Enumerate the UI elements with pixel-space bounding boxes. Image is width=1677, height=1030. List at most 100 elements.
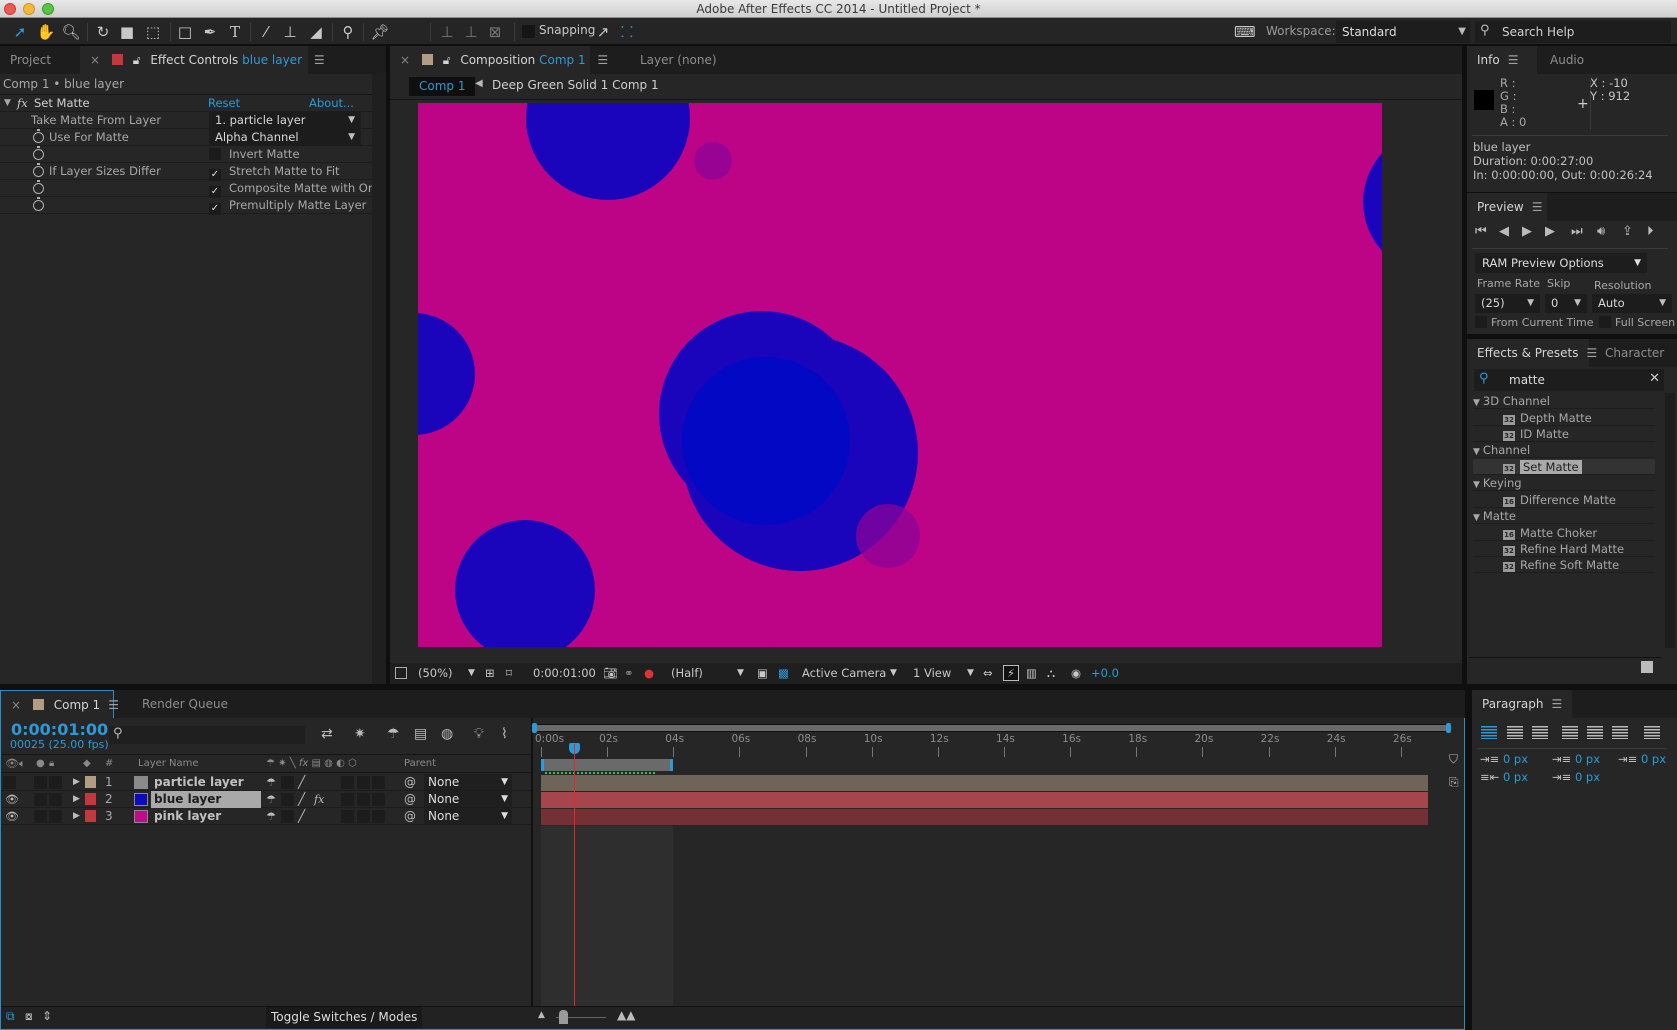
audio-switch-icon[interactable]: 🔈︎ <box>19 755 26 773</box>
adjustment-switch[interactable] <box>357 776 370 789</box>
previous-frame-icon[interactable]: ◀︎ <box>1499 224 1509 239</box>
effect-item[interactable]: 16 Difference Matte <box>1473 492 1655 508</box>
justify-last-right-icon[interactable] <box>1612 726 1628 739</box>
3d-switch[interactable] <box>372 776 385 789</box>
parent-dropdown[interactable]: None ▼ <box>424 791 512 807</box>
selection-tool-icon[interactable]: ➚ <box>10 22 30 42</box>
tab-layer[interactable]: Layer (none) <box>630 46 730 74</box>
lock-toggle[interactable] <box>49 793 62 806</box>
graph-editor-icon[interactable]: ⌇ <box>501 726 508 742</box>
navigator-end-handle[interactable] <box>1446 723 1451 733</box>
collapse-triangle-icon[interactable]: ▼ <box>1473 513 1480 523</box>
parent-column-header[interactable]: Parent <box>404 755 436 773</box>
layer-switches-toggle-icon[interactable]: ⧉ <box>6 1009 15 1024</box>
tab-comp-1[interactable]: × Comp 1 ☰ <box>0 690 119 718</box>
justify-last-left-icon[interactable] <box>1562 726 1578 739</box>
ram-preview-options-dropdown[interactable]: RAM Preview Options ▼ <box>1475 253 1647 273</box>
first-frame-icon[interactable]: ⏮ <box>1475 224 1487 239</box>
3d-switch[interactable] <box>372 793 385 806</box>
current-timecode[interactable]: 0:00:01:00 <box>11 720 108 739</box>
always-preview-icon[interactable] <box>395 667 407 679</box>
mask-visibility-icon[interactable]: ⌑ <box>506 663 512 684</box>
space-after-field[interactable]: ⇥≡ 0 px <box>1552 770 1600 784</box>
time-ruler[interactable]: 0:00s 02s 04s 06s 08s 10s 12s 14s 16s 18s 20s 22s 24… <box>535 733 1448 774</box>
chevron-down-icon[interactable]: ▼ <box>468 663 475 684</box>
panel-menu-icon[interactable]: ☰ <box>597 53 608 67</box>
pickwhip-icon[interactable]: @ <box>404 791 416 808</box>
current-time-indicator-line[interactable] <box>574 744 576 1012</box>
camera-dropdown[interactable]: Active Camera <box>802 663 886 684</box>
layer-row[interactable]: 👁︎ ▶ 2 blue layer ☂ ╱ fx @ None ▼ <box>1 791 531 808</box>
quality-switch-icon[interactable]: ╱ <box>298 808 305 825</box>
fast-previews-icon[interactable]: ⚡ <box>1003 665 1019 681</box>
chevron-down-icon[interactable]: ▼ <box>967 663 974 684</box>
brainstorm-icon[interactable]: 💡︎ <box>474 726 484 742</box>
panel-scrollbar[interactable] <box>372 74 386 684</box>
align-center-icon[interactable] <box>1507 726 1523 739</box>
time-navigator[interactable] <box>532 723 1451 733</box>
view-axis-icon[interactable]: ⊠ <box>485 22 505 42</box>
frame-rate-dropdown[interactable]: (25) ▼ <box>1475 294 1540 313</box>
transparency-grid-icon[interactable]: ▩ <box>778 663 789 684</box>
about-link[interactable]: About... <box>309 95 354 112</box>
world-axis-icon[interactable]: ⊥ <box>461 22 481 42</box>
align-right-icon[interactable] <box>1532 726 1548 739</box>
tab-effect-controls[interactable]: × 🔓︎ Effect Controls blue layer ☰ <box>80 46 325 74</box>
pan-behind-tool-icon[interactable]: ⬚ <box>143 22 163 42</box>
stopwatch-icon[interactable] <box>33 197 44 211</box>
motion-blur-switch[interactable] <box>341 776 354 789</box>
effect-item[interactable]: 32 Depth Matte <box>1473 410 1655 426</box>
effect-item[interactable]: 32 Set Matte <box>1473 459 1655 475</box>
align-left-icon[interactable] <box>1481 726 1497 739</box>
eye-icon[interactable]: 👁︎ <box>5 808 19 825</box>
effects-group[interactable]: ▼ Keying <box>1473 475 1655 491</box>
effect-item[interactable]: 32 Refine Soft Matte <box>1473 557 1655 573</box>
tab-preview[interactable]: Preview ☰ <box>1467 193 1547 221</box>
zoom-slider-thumb[interactable] <box>559 1010 568 1024</box>
fx-icon[interactable]: fx <box>17 95 28 112</box>
panel-menu-icon[interactable]: ☰ <box>314 53 325 67</box>
eraser-tool-icon[interactable]: ◢ <box>306 22 326 42</box>
stopwatch-icon[interactable] <box>33 129 44 143</box>
snap-grid-icon[interactable]: ⸬ <box>617 22 637 42</box>
stopwatch-icon[interactable] <box>33 146 44 160</box>
layer-duration-bar[interactable] <box>541 792 1428 808</box>
adjustment-switch[interactable] <box>357 810 370 823</box>
indent-right-field[interactable]: ≡⇤ 0 px <box>1480 770 1528 784</box>
pickwhip-icon[interactable]: @ <box>404 774 416 791</box>
lock-toggle[interactable] <box>49 810 62 823</box>
tab-info[interactable]: Info ☰ <box>1467 46 1537 74</box>
layer-duration-bar[interactable] <box>541 775 1428 791</box>
snapshot-icon[interactable]: 📷︎ <box>603 663 618 684</box>
hand-tool-icon[interactable]: ✋ <box>36 22 56 42</box>
collapse-switch[interactable] <box>281 776 294 789</box>
pen-tool-icon[interactable]: ✒ <box>200 22 220 42</box>
brush-tool-icon[interactable]: ⁄ <box>256 22 276 42</box>
motion-blur-switch[interactable] <box>341 810 354 823</box>
stopwatch-icon[interactable] <box>33 180 44 194</box>
last-frame-icon[interactable]: ⏭ <box>1571 224 1583 239</box>
layer-duration-bar[interactable] <box>541 809 1428 825</box>
panel-menu-icon[interactable]: ☰ <box>1551 697 1562 711</box>
next-frame-icon[interactable]: ▶︎ <box>1545 224 1555 239</box>
pickwhip-icon[interactable]: @ <box>404 808 416 825</box>
effects-group[interactable]: ▼ Channel <box>1473 442 1655 458</box>
motion-blur-switch[interactable] <box>341 793 354 806</box>
lock-toggle[interactable] <box>49 776 62 789</box>
use-for-matte-dropdown[interactable]: Alpha Channel ▼ <box>209 129 361 145</box>
toggle-switches-modes-button[interactable]: Toggle Switches / Modes <box>266 1007 423 1028</box>
collapse-switch[interactable] <box>281 810 294 823</box>
expand-triangle-icon[interactable]: ▶ <box>73 774 80 791</box>
label-color[interactable] <box>85 810 96 822</box>
effects-search-field[interactable]: ⚲ matte ✕ <box>1474 369 1664 391</box>
collapse-switch[interactable] <box>281 793 294 806</box>
puppet-pin-tool-icon[interactable]: 📌︎ <box>370 22 390 42</box>
effect-item[interactable]: 32 Refine Hard Matte <box>1473 541 1655 557</box>
collapse-triangle-icon[interactable]: ▼ <box>1473 398 1480 408</box>
zoom-out-icon[interactable]: ▲ <box>538 1010 545 1020</box>
shy-switch-icon[interactable]: ☂ <box>266 774 276 791</box>
zoom-in-icon[interactable]: ▲▲ <box>617 1008 635 1022</box>
layer-name[interactable]: blue layer <box>151 791 261 808</box>
solo-toggle[interactable] <box>34 810 47 823</box>
tab-paragraph[interactable]: Paragraph ☰ <box>1472 690 1572 718</box>
